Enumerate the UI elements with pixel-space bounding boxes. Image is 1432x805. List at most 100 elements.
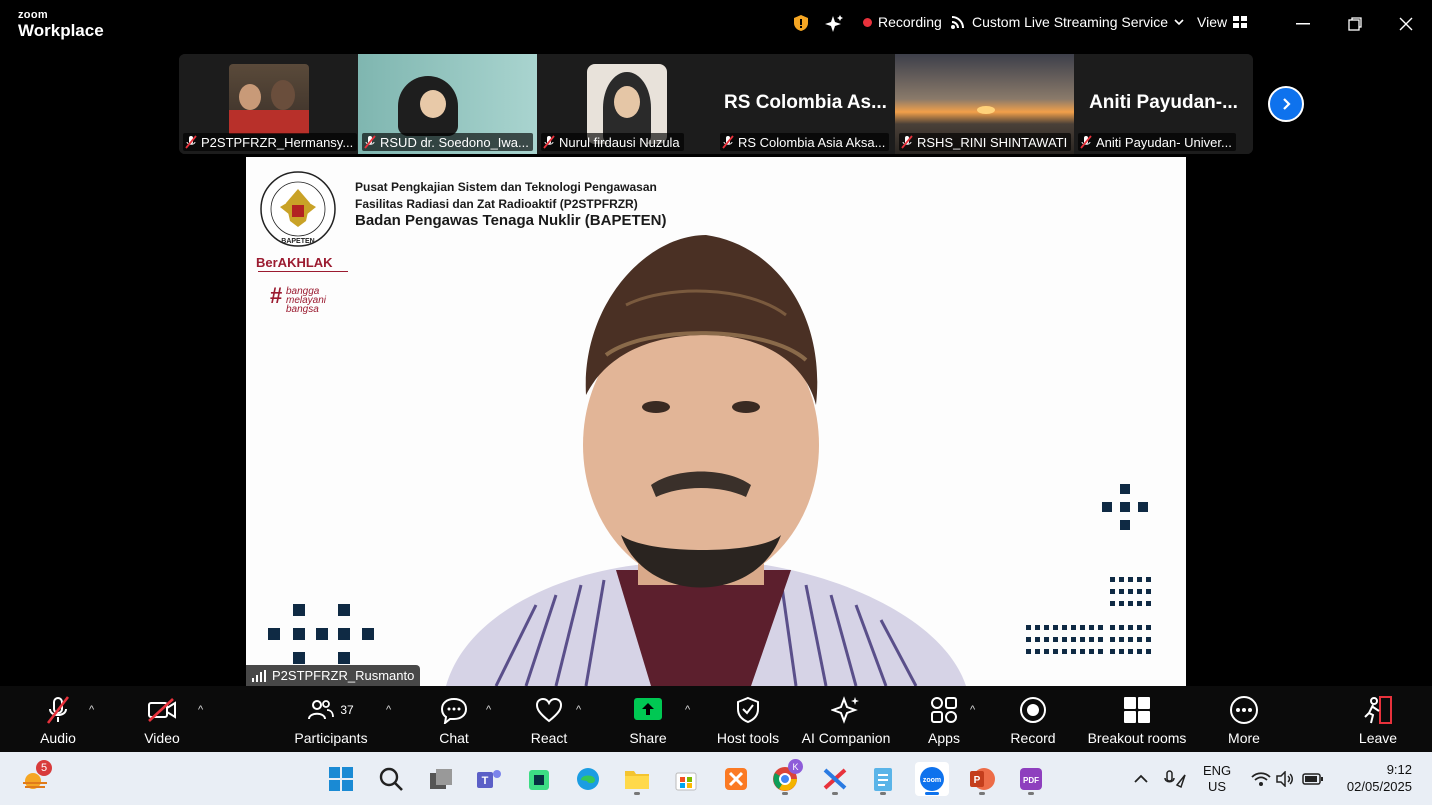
microphone-muted-icon [46, 696, 70, 724]
participant-name: RS Colombia Asia Aksa... [720, 133, 890, 151]
decorative-dots [1026, 577, 1151, 654]
audio-button[interactable]: Audio [3, 694, 113, 746]
pdf-icon: PDF [1020, 768, 1042, 790]
host-tools-button[interactable]: Host tools [693, 694, 803, 746]
participant-tile[interactable]: RS Colombia As... RS Colombia Asia Aksa.… [716, 54, 895, 154]
restore-icon[interactable] [1343, 12, 1367, 36]
participant-tile[interactable]: Aniti Payudan-... Aniti Payudan- Univer.… [1074, 54, 1253, 154]
task-view-button[interactable] [424, 762, 458, 796]
participant-video [229, 64, 309, 134]
participant-tile[interactable]: RSUD dr. Soedono_Iwa... [358, 54, 537, 154]
participant-name: Nurul firdausi Nuzula [541, 133, 684, 151]
zoom-icon: zoom [920, 767, 944, 791]
mic-muted-icon [364, 135, 376, 149]
teams-app[interactable]: T [472, 762, 506, 796]
mic-muted-icon [901, 135, 913, 149]
battery-status[interactable] [1296, 762, 1330, 796]
powerpoint-app[interactable]: P [965, 762, 999, 796]
logo-small: zoom [18, 9, 48, 21]
participant-name: RSUD dr. Soedono_Iwa... [362, 133, 533, 151]
participant-photo [587, 64, 667, 144]
chat-button[interactable]: Chat [399, 694, 509, 746]
mic-muted-icon [543, 135, 555, 149]
powerpoint-icon: P [970, 768, 995, 790]
chat-options-caret[interactable]: ^ [486, 704, 491, 716]
notepad-app[interactable] [866, 762, 900, 796]
snipping-tool[interactable] [818, 762, 852, 796]
xampp-icon [725, 768, 747, 790]
heart-icon [535, 697, 563, 723]
ai-sparkle-icon[interactable] [824, 14, 844, 34]
mic-muted-icon [1080, 135, 1092, 149]
minimize-icon[interactable] [1291, 12, 1315, 36]
more-button[interactable]: More [1189, 694, 1299, 746]
participants-options-caret[interactable]: ^ [386, 704, 391, 716]
search-icon [379, 767, 403, 791]
windows-start-icon [329, 767, 353, 791]
speaker-icon [1276, 771, 1293, 787]
chrome-browser[interactable]: K [768, 759, 803, 796]
view-menu[interactable]: View [1197, 14, 1248, 30]
close-icon[interactable] [1394, 12, 1418, 36]
svg-text:zoom: zoom [923, 777, 941, 784]
leave-button[interactable]: Leave [1323, 694, 1432, 746]
bangga-melayani-logo: # bangga melayani bangsa [270, 283, 327, 315]
ai-companion-icon [831, 696, 859, 724]
recording-indicator[interactable]: Recording [863, 14, 942, 30]
next-page-button[interactable] [1268, 86, 1304, 122]
microphone-tray[interactable] [1158, 762, 1192, 796]
apps-options-caret[interactable]: ^ [970, 704, 975, 716]
ai-companion-button[interactable]: AI Companion [791, 694, 901, 746]
windows-taskbar: 5 T K zoom P PDF ENG US 9:12 02/05/2025 [0, 752, 1432, 805]
mic-muted-icon [722, 135, 734, 149]
audio-options-caret[interactable]: ^ [89, 704, 94, 716]
teams-icon: T [477, 770, 501, 788]
search-button[interactable] [374, 762, 408, 796]
participant-tile[interactable]: Nurul firdausi Nuzula [537, 54, 716, 154]
xampp-app[interactable] [719, 762, 753, 796]
live-streaming-menu[interactable]: Custom Live Streaming Service [950, 14, 1184, 30]
record-button[interactable]: Record [978, 694, 1088, 746]
folder-icon [625, 771, 649, 789]
react-options-caret[interactable]: ^ [576, 704, 581, 716]
participant-tile[interactable]: RSHS_RINI SHINTAWATI [895, 54, 1074, 154]
profile-badge: K [788, 759, 803, 774]
react-button[interactable]: React [494, 694, 604, 746]
show-hidden-icons[interactable] [1124, 762, 1158, 796]
zoom-workplace-logo: zoom Workplace [18, 9, 104, 40]
weather-widget[interactable]: 5 [18, 760, 52, 796]
edge-icon [577, 768, 599, 790]
clock[interactable]: 9:12 02/05/2025 [1340, 761, 1412, 795]
share-button[interactable]: Share [593, 694, 703, 746]
android-app[interactable] [522, 762, 556, 796]
shield-icon[interactable] [793, 14, 809, 32]
start-button[interactable] [324, 762, 358, 796]
chevron-down-icon [1174, 19, 1184, 26]
share-options-caret[interactable]: ^ [685, 704, 690, 716]
chat-icon [440, 697, 468, 724]
clock-date: 02/05/2025 [1346, 779, 1412, 794]
participants-icon [308, 700, 335, 720]
microsoft-store[interactable] [669, 762, 703, 796]
pdf-app[interactable]: PDF [1014, 762, 1048, 796]
microphone-pen-icon [1164, 770, 1186, 789]
battery-icon [1302, 773, 1323, 785]
input-language[interactable]: ENG US [1203, 763, 1231, 795]
file-explorer[interactable] [620, 762, 654, 796]
active-speaker-name-tag: P2STPFRZR_Rusmanto [246, 665, 421, 686]
breakout-rooms-button[interactable]: Breakout rooms [1082, 694, 1192, 746]
sunset-background [977, 106, 995, 114]
leave-icon [1364, 696, 1392, 724]
video-options-caret[interactable]: ^ [198, 704, 203, 716]
store-icon [675, 772, 697, 791]
edge-browser[interactable] [571, 762, 605, 796]
participant-tile[interactable]: P2STPFRZR_Hermansy... [179, 54, 358, 154]
institution-header: Pusat Pengkajian Sistem dan Teknologi Pe… [355, 180, 657, 211]
shield-check-icon [737, 696, 759, 724]
task-view-icon [430, 769, 452, 789]
zoom-app[interactable]: zoom [915, 762, 949, 796]
participants-button[interactable]: 37 Participants [276, 694, 386, 746]
institution-name: Badan Pengawas Tenaga Nuklir (BAPETEN) [355, 212, 667, 229]
video-button[interactable]: Video [107, 694, 217, 746]
active-speaker-video[interactable]: BAPETEN Pusat Pengkajian Sistem dan Tekn… [246, 157, 1186, 686]
